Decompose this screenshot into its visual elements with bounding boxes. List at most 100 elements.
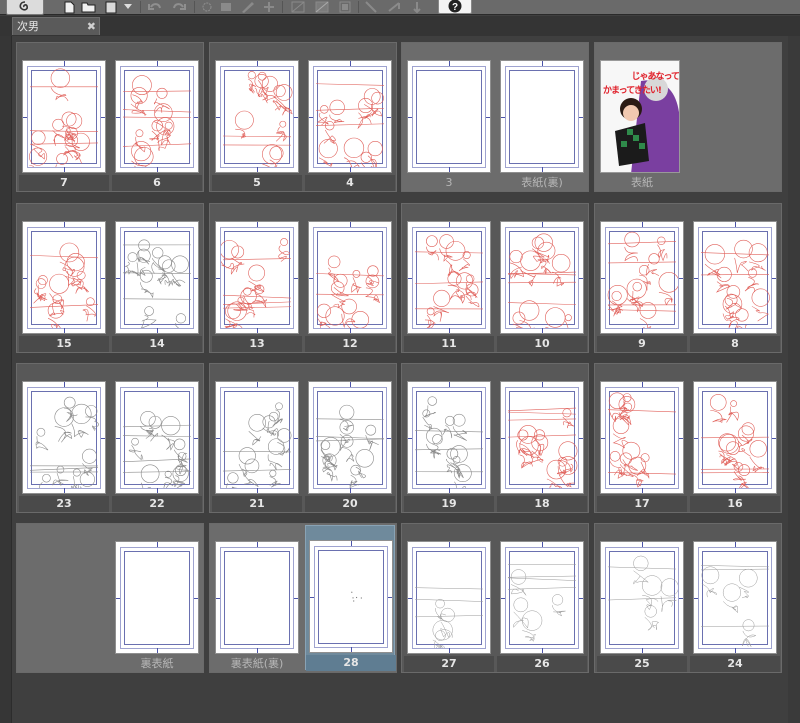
redo-icon[interactable] [170,0,188,14]
page-thumbnail-25[interactable]: 25 [597,527,687,672]
spread[interactable]: 23 22 [16,363,204,513]
page-thumbnail-16[interactable]: 16 [690,367,780,512]
page-thumbnail-26[interactable]: 26 [497,527,587,672]
page-thumbnail-4[interactable]: 4 [305,46,395,191]
arrow-icon[interactable] [386,0,402,14]
fill-icon[interactable] [218,0,234,14]
spread[interactable]: 98 [594,203,782,353]
spread[interactable]: 25 24 [594,523,782,673]
page-label: 8 [690,336,780,352]
ruler-icon[interactable] [364,0,378,14]
page-paper [500,221,584,334]
spread[interactable]: 54 [209,42,397,192]
pen-icon[interactable] [240,0,256,14]
spread[interactable]: 11 10 [401,203,589,353]
dropdown-icon[interactable] [122,0,134,14]
page-thumbnail-表紙(裏)[interactable]: 表紙(裏) [497,46,587,189]
page-thumbnail-15[interactable]: 15 [19,207,109,352]
page-thumbnail-28[interactable]: 28 [305,525,396,671]
document-tab[interactable]: 次男 ✖ [12,17,100,35]
page-sketch [507,233,577,328]
page-label: 17 [597,496,687,512]
page-thumbnail-9[interactable]: 9 [597,207,687,352]
page-label: 裏表紙 [140,657,174,670]
page-thumbnail-19[interactable]: 19 [404,367,494,512]
misc-icon[interactable] [410,0,424,14]
page-paper [693,381,777,494]
page-paper [600,541,684,654]
page-paper [215,221,299,334]
transform-icon[interactable] [200,0,214,14]
page-paper [215,541,299,654]
new-file-icon[interactable] [62,0,76,14]
spread[interactable]: 21 20 [209,363,397,513]
cover-title-line-1: じゃあなって [631,72,679,82]
undo-icon[interactable] [146,0,164,14]
page-thumbnail-18[interactable]: 18 [497,367,587,512]
page-thumbnail-13[interactable]: 13 [212,207,302,352]
page-sketch [414,234,484,328]
page-paper [500,60,584,173]
page-sketch [607,231,678,328]
page-thumbnail-20[interactable]: 20 [305,367,395,512]
page-thumbnail-22[interactable]: 22 [112,367,202,512]
select-icon[interactable] [262,0,276,14]
page-thumbnail-12[interactable]: 12 [305,207,395,352]
line-icon[interactable] [290,0,306,14]
spread[interactable]: 13 12 [209,203,397,353]
spread[interactable]: 27 26 [401,523,589,673]
page-sketch [414,587,484,648]
page-sketch [607,555,678,631]
page-label: 9 [597,336,687,352]
page-thumbnail-23[interactable]: 23 [19,367,109,512]
page-thumbnail-7[interactable]: 7 [19,46,109,191]
page-thumbnail-10[interactable]: 10 [497,207,587,352]
page-thumbnail-裏表紙[interactable]: 裏表紙 [112,527,202,670]
page-sketch [221,548,293,648]
app-logo-icon[interactable] [6,0,44,15]
page-thumbnail-6[interactable]: 6 [112,46,202,191]
page-label: 26 [497,656,587,672]
spread[interactable]: じゃあなって かまってきたい! 表紙 [594,42,782,192]
page-label: 10 [497,336,587,352]
page-paper [693,221,777,334]
spread[interactable]: 裏表紙(裏) 28 [209,523,397,673]
page-thumbnail-5[interactable]: 5 [212,46,302,191]
page-thumbnail-表紙[interactable]: じゃあなって かまってきたい! 表紙 [597,46,687,189]
spread[interactable]: 17 16 [594,363,782,513]
spread[interactable]: 3 表紙(裏) [401,42,589,192]
spread[interactable]: 裏表紙 [16,523,204,673]
page-thumbnail-14[interactable]: 14 [112,207,202,352]
page-icon[interactable] [104,0,118,14]
page-label: 4 [305,175,395,191]
open-folder-icon[interactable] [80,0,98,14]
page-sketch [122,75,192,167]
page-paper [407,381,491,494]
spread[interactable]: 15 14 [16,203,204,353]
tab-title: 次男 [17,20,39,33]
spread[interactable]: 76 [16,42,204,192]
page-paper [308,221,392,334]
page-thumbnail-27[interactable]: 27 [404,527,494,672]
page-thumbnail-3[interactable]: 3 [404,46,494,189]
spread[interactable]: 19 18 [401,363,589,513]
page-thumbnail-24[interactable]: 24 [690,527,780,672]
close-icon[interactable]: ✖ [87,18,96,35]
page-sketch [506,67,578,167]
toolbar: ? [0,0,800,15]
page-thumbnail-21[interactable]: 21 [212,367,302,512]
tone-icon[interactable] [314,0,330,14]
page-sketch [29,242,99,328]
help-icon[interactable]: ? [438,0,472,14]
page-thumbnail-11[interactable]: 11 [404,207,494,352]
vertical-scrollbar[interactable] [788,36,800,723]
page-thumbnail-8[interactable]: 8 [690,207,780,352]
frame-icon[interactable] [338,0,352,14]
svg-text:?: ? [452,2,458,13]
page-paper [115,541,199,654]
page-paper [22,381,106,494]
page-label: 12 [305,336,395,352]
page-thumbnail-裏表紙(裏)[interactable]: 裏表紙(裏) [212,527,302,670]
page-thumbnail-17[interactable]: 17 [597,367,687,512]
page-paper [600,381,684,494]
